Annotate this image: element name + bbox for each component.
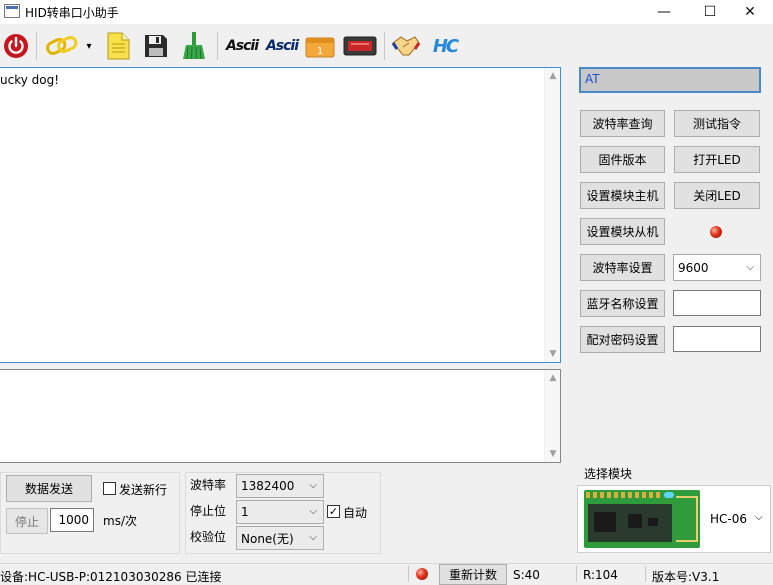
device-icon — [343, 36, 377, 56]
chevron-down-icon: ⌵ — [746, 261, 754, 273]
newline-checkbox[interactable] — [103, 482, 116, 495]
status-separator — [576, 566, 577, 582]
ascii-receive-label: Ascii — [265, 38, 299, 54]
baud-select-value: 9600 — [678, 260, 709, 275]
module-select[interactable]: HC-06 ⌵ — [577, 485, 771, 553]
send-textarea[interactable]: ▲ ▼ — [0, 369, 561, 463]
pair-password-button[interactable]: 配对密码设置 — [580, 326, 665, 353]
scroll-up-icon[interactable]: ▲ — [545, 68, 561, 84]
calendar-icon: 1 — [305, 37, 335, 58]
connection-led-icon — [416, 568, 428, 580]
chevron-down-icon: ⌵ — [309, 505, 317, 517]
auto-checkbox[interactable]: ✓ — [327, 505, 340, 518]
open-file-button[interactable] — [100, 28, 136, 64]
bt-name-input[interactable] — [673, 290, 761, 316]
send-scrollbar[interactable]: ▲ ▼ — [544, 370, 560, 462]
baud-label: 波特率 — [190, 478, 227, 492]
parity-value: None(无) — [241, 531, 294, 546]
auto-label: 自动 — [343, 506, 368, 520]
device-status: 设备:HC-USB-P:012103030286 已连接 — [0, 570, 222, 584]
save-button[interactable] — [138, 28, 174, 64]
stop-bits-value: 1 — [241, 505, 249, 519]
link-icon — [46, 35, 78, 55]
toolbar-separator — [384, 32, 385, 60]
set-slave-button[interactable]: 设置模块从机 — [580, 218, 665, 245]
counter-button[interactable]: 1 — [302, 28, 338, 64]
scroll-up-icon[interactable]: ▲ — [545, 370, 561, 386]
hc-logo-text: HC — [432, 35, 459, 57]
status-separator — [645, 566, 646, 582]
test-command-button[interactable]: 测试指令 — [674, 110, 760, 137]
bt-name-button[interactable]: 蓝牙名称设置 — [580, 290, 665, 317]
toolbar: ▾ Ascii Ascii 1 HC — [0, 28, 773, 64]
chevron-down-icon: ⌵ — [755, 512, 763, 523]
command-input-value: AT — [585, 72, 600, 86]
minimize-button[interactable]: — — [641, 0, 687, 24]
interval-value: 1000 — [58, 513, 89, 527]
newline-label: 发送新行 — [119, 483, 168, 497]
led-indicator-icon — [710, 226, 722, 238]
interval-input[interactable]: 1000 — [50, 508, 94, 532]
set-master-button[interactable]: 设置模块主机 — [580, 182, 665, 209]
version-label: 版本号:V3.1 — [652, 570, 720, 584]
ascii-send-label: Ascii — [225, 38, 259, 54]
serial-baud-value: 1382400 — [241, 479, 295, 493]
firmware-version-button[interactable]: 固件版本 — [580, 146, 665, 173]
module-select-value: HC-06 — [710, 512, 748, 526]
toolbar-separator — [217, 32, 218, 60]
stop-button[interactable]: 停止 — [6, 508, 48, 534]
parity-label: 校验位 — [190, 530, 227, 544]
query-baud-button[interactable]: 波特率查询 — [580, 110, 665, 137]
broom-icon — [183, 32, 205, 60]
chevron-down-icon: ⌵ — [309, 479, 317, 491]
command-input[interactable]: AT — [579, 67, 761, 93]
receive-text: ucky dog! — [0, 73, 60, 87]
interval-unit: ms/次 — [103, 514, 137, 528]
stop-bits-label: 停止位 — [190, 504, 227, 518]
baud-select[interactable]: 9600 ⌵ — [673, 254, 761, 281]
module-group-label: 选择模块 — [583, 465, 634, 482]
device-button[interactable] — [340, 28, 380, 64]
scroll-down-icon[interactable]: ▼ — [545, 446, 561, 462]
app-icon — [4, 4, 20, 18]
serial-baud-select[interactable]: 1382400 ⌵ — [236, 474, 324, 498]
toolbar-separator — [36, 32, 37, 60]
clear-button[interactable] — [176, 28, 212, 64]
hc-logo[interactable]: HC — [426, 28, 464, 64]
connect-dropdown-arrow[interactable]: ▾ — [82, 28, 96, 64]
power-button[interactable] — [0, 28, 32, 64]
connect-button[interactable] — [42, 28, 82, 64]
receive-textarea[interactable]: ucky dog! ▲ ▼ — [0, 67, 561, 363]
save-icon — [145, 35, 167, 57]
set-baud-button[interactable]: 波特率设置 — [580, 254, 665, 281]
scroll-down-icon[interactable]: ▼ — [545, 346, 561, 362]
ascii-send-button[interactable]: Ascii — [222, 28, 262, 64]
chevron-down-icon: ⌵ — [309, 531, 317, 543]
ascii-receive-button[interactable]: Ascii — [262, 28, 302, 64]
receive-scrollbar[interactable]: ▲ ▼ — [544, 68, 560, 362]
led-on-button[interactable]: 打开LED — [674, 146, 760, 173]
close-button[interactable]: ✕ — [727, 0, 773, 24]
received-count: R:104 — [583, 568, 618, 582]
send-data-button[interactable]: 数据发送 — [6, 475, 92, 502]
pair-password-input[interactable] — [673, 326, 761, 352]
power-icon — [4, 34, 28, 58]
document-icon — [107, 32, 130, 60]
calendar-number: 1 — [317, 46, 323, 57]
handshake-icon — [391, 36, 421, 56]
parity-select[interactable]: None(无) ⌵ — [236, 526, 324, 550]
led-off-button[interactable]: 关闭LED — [674, 182, 760, 209]
handshake-button[interactable] — [388, 28, 424, 64]
hc06-module-image — [584, 490, 700, 548]
sent-count: S:40 — [513, 568, 540, 582]
stop-bits-select[interactable]: 1 ⌵ — [236, 500, 324, 524]
status-separator — [408, 566, 409, 582]
reset-count-button[interactable]: 重新计数 — [439, 564, 507, 585]
window-title: HID转串口小助手 — [25, 6, 119, 20]
